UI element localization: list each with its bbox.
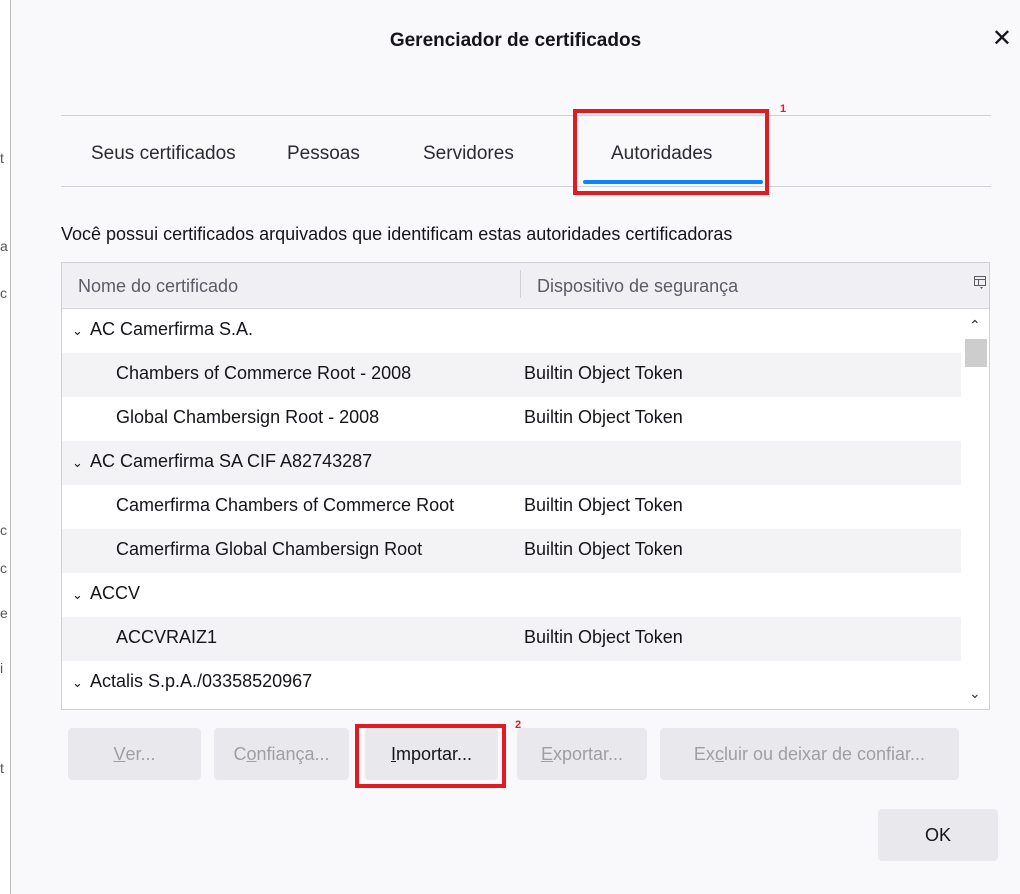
annotation-box-authorities-tab — [573, 109, 769, 195]
scroll-down-icon[interactable]: ⌄ — [969, 685, 981, 702]
security-device: Builtin Object Token — [524, 627, 683, 647]
certificate-name: Global Chambersign Root - 2008 — [116, 407, 380, 427]
tree-header: Nome do certificado Dispositivo de segur… — [62, 263, 989, 309]
tab-servers[interactable]: Servidores — [423, 143, 514, 165]
column-header-name[interactable]: Nome do certificado — [78, 276, 238, 297]
column-separator[interactable] — [520, 270, 521, 298]
tabs-bottom-divider — [61, 186, 991, 187]
tree-row[interactable]: Chambers of Commerce Root - 2008 Builtin… — [62, 353, 961, 397]
tree-row[interactable]: ACCVRAIZ1 Builtin Object Token — [62, 617, 961, 661]
scrollbar-thumb[interactable] — [965, 339, 987, 367]
group-name: Actalis S.p.A./03358520967 — [90, 671, 313, 691]
certificate-manager-dialog: Gerenciador de certificados ✕ Seus certi… — [11, 0, 1020, 894]
tree-group-row[interactable]: ⌄ AC Camerfirma SA CIF A82743287 — [62, 441, 961, 485]
security-device: Builtin Object Token — [524, 495, 683, 515]
tree-row[interactable]: Camerfirma Global Chambersign Root Built… — [62, 529, 961, 573]
chevron-down-icon[interactable]: ⌄ — [72, 455, 86, 471]
security-device: Builtin Object Token — [524, 539, 683, 559]
group-name: ACCV — [90, 583, 141, 603]
view-button[interactable]: Ver... — [68, 728, 201, 780]
annotation-marker-1: 1 — [780, 103, 787, 115]
description-text: Você possui certificados arquivados que … — [61, 224, 733, 244]
chevron-down-icon[interactable]: ⌄ — [72, 675, 86, 691]
ok-button[interactable]: OK — [878, 809, 998, 861]
annotation-box-import-button — [355, 724, 506, 788]
certificate-name: Chambers of Commerce Root - 2008 — [116, 363, 412, 383]
tab-people[interactable]: Pessoas — [287, 143, 360, 165]
tree-row[interactable]: Global Chambersign Root - 2008 Builtin O… — [62, 397, 961, 441]
chevron-down-icon[interactable]: ⌄ — [72, 587, 86, 603]
certificate-tree[interactable]: Nome do certificado Dispositivo de segur… — [61, 262, 990, 710]
dialog-titlebar: Gerenciador de certificados ✕ — [11, 0, 1020, 84]
export-button[interactable]: Exportar... — [517, 728, 647, 780]
tree-group-row[interactable]: ⌄ ACCV — [62, 573, 961, 617]
tab-your-certificates[interactable]: Seus certificados — [91, 143, 236, 165]
delete-or-distrust-button[interactable]: Ex c luir ou deixar de confiar... — [660, 728, 959, 780]
group-name: AC Camerfirma SA CIF A82743287 — [90, 451, 373, 471]
group-name: AC Camerfirma S.A. — [90, 319, 254, 339]
tree-group-row[interactable]: ⌄ AC Camerfirma S.A. — [62, 309, 961, 353]
column-picker-icon[interactable] — [974, 276, 986, 290]
tree-scrollbar[interactable]: ⌃ ⌄ — [962, 309, 989, 709]
security-device: Builtin Object Token — [524, 363, 683, 383]
certificate-name: Camerfirma Chambers of Commerce Root — [116, 495, 455, 515]
annotation-marker-2: 2 — [515, 719, 522, 731]
scroll-up-icon[interactable]: ⌃ — [969, 317, 981, 334]
certificate-name: Camerfirma Global Chambersign Root — [116, 539, 423, 559]
trust-button[interactable]: Co nfiança... — [214, 728, 349, 780]
column-header-device[interactable]: Dispositivo de segurança — [537, 276, 738, 297]
security-device: Builtin Object Token — [524, 407, 683, 427]
tree-group-row[interactable]: ⌄ Actalis S.p.A./03358520967 — [62, 661, 961, 705]
dialog-title: Gerenciador de certificados — [389, 30, 642, 51]
chevron-down-icon[interactable]: ⌄ — [72, 323, 86, 339]
certificate-name: ACCVRAIZ1 — [116, 627, 218, 647]
tabs-top-divider — [61, 115, 991, 116]
tree-row[interactable]: Camerfirma Chambers of Commerce Root Bui… — [62, 485, 961, 529]
background-window-edge: t a c c c e i t — [0, 0, 11, 894]
close-icon[interactable]: ✕ — [992, 26, 1012, 52]
